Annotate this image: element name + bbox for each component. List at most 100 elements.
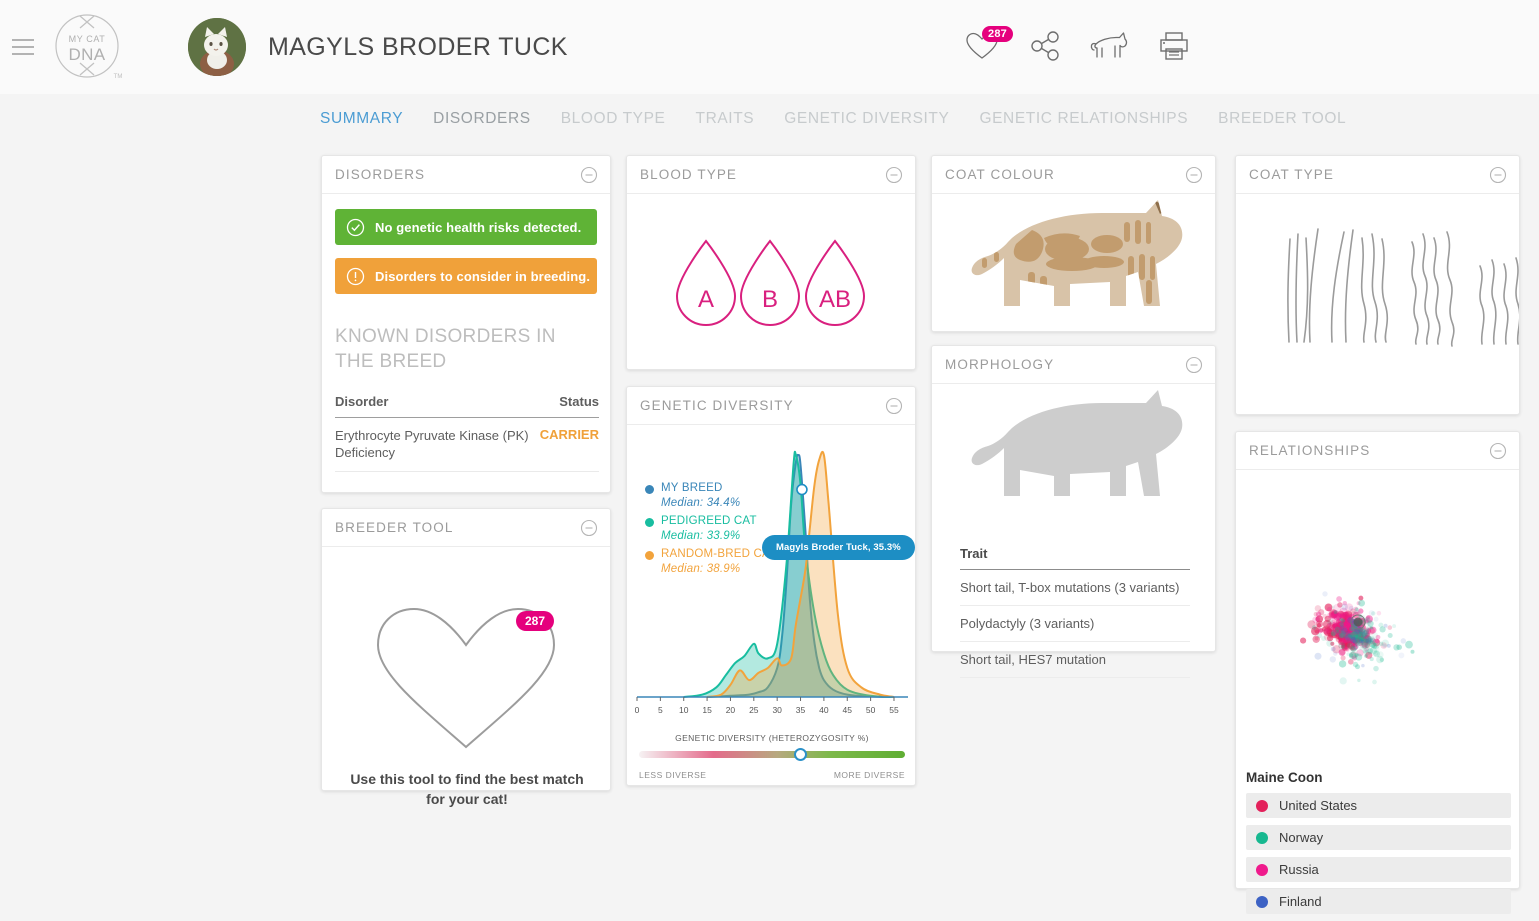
slider-label-less: LESS DIVERSE <box>639 770 707 780</box>
tab-genetic-relationships[interactable]: GENETIC RELATIONSHIPS <box>964 110 1203 128</box>
card-title: COAT COLOUR <box>945 167 1055 182</box>
legend-dot-my-breed <box>645 485 654 494</box>
tab-blood-type[interactable]: BLOOD TYPE <box>546 110 681 128</box>
relationship-scatter-plot[interactable] <box>1236 470 1519 760</box>
collapse-icon[interactable] <box>580 166 598 184</box>
country-label: Russia <box>1279 862 1319 877</box>
card-header: BREEDER TOOL <box>322 509 610 547</box>
main-tabs: SUMMARY DISORDERS BLOOD TYPE TRAITS GENE… <box>320 110 1361 128</box>
blood-type-ab: AB <box>819 286 851 313</box>
svg-text:20: 20 <box>726 705 736 715</box>
svg-text:15: 15 <box>702 705 712 715</box>
breeder-tool-body[interactable]: 287 Use this tool to find the best match… <box>322 547 610 807</box>
card-title: DISORDERS <box>335 167 426 182</box>
country-label: Finland <box>1279 894 1322 909</box>
collapse-icon[interactable] <box>1489 442 1507 460</box>
column-header-status: Status <box>559 394 599 409</box>
legend-label-my-breed: MY BREED <box>661 482 723 494</box>
tab-disorders[interactable]: DISORDERS <box>418 110 546 128</box>
legend-label-random-bred-cat: RANDOM-BRED CAT <box>661 548 777 560</box>
list-item[interactable]: Finland <box>1246 889 1511 914</box>
tab-breeder-tool[interactable]: BREEDER TOOL <box>1203 110 1361 128</box>
collapse-icon[interactable] <box>1185 166 1203 184</box>
collapse-icon[interactable] <box>885 166 903 184</box>
page-title: MAGYLS BRODER TUCK <box>268 32 568 61</box>
diversity-slider-track[interactable] <box>639 751 905 758</box>
svg-text:40: 40 <box>819 705 829 715</box>
card-genetic-diversity: GENETIC DIVERSITY 0 5 10 15 20 25 30 35 40 45 50 55… <box>626 386 916 786</box>
svg-text:MY CAT: MY CAT <box>69 34 106 44</box>
collapse-icon[interactable] <box>580 519 598 537</box>
breeder-match-count: 287 <box>516 611 555 631</box>
list-item[interactable]: United States <box>1246 793 1511 818</box>
country-dot-united-states <box>1256 799 1268 812</box>
legend-median-my-breed: Median: 34.4% <box>661 497 741 509</box>
country-label: United States <box>1279 798 1358 813</box>
card-title: BREEDER TOOL <box>335 520 454 535</box>
svg-text:25: 25 <box>749 705 759 715</box>
country-label: Norway <box>1279 830 1324 845</box>
disorder-name: Erythrocyte Pyruvate Kinase (PK) Deficie… <box>335 428 529 460</box>
svg-text:55: 55 <box>889 705 899 715</box>
svg-text:50: 50 <box>866 705 876 715</box>
table-row[interactable]: Short tail, T-box mutations (3 variants) <box>960 570 1190 606</box>
collapse-icon[interactable] <box>885 397 903 415</box>
status-banner-ok: No genetic health risks detected. <box>335 209 597 245</box>
svg-text:35: 35 <box>796 705 806 715</box>
legend-label-pedigreed-cat: PEDIGREED CAT <box>661 515 757 527</box>
tab-genetic-diversity[interactable]: GENETIC DIVERSITY <box>769 110 964 128</box>
diversity-slider[interactable]: LESS DIVERSE MORE DIVERSE <box>639 748 905 780</box>
card-coat-colour: COAT COLOUR <box>931 155 1216 332</box>
morphology-body: Trait Short tail, T-box mutations (3 var… <box>932 384 1215 678</box>
card-breeder-tool: BREEDER TOOL 287 Use this tool to find t… <box>321 508 611 807</box>
column-header-trait: Trait <box>960 546 1190 570</box>
card-header: BLOOD TYPE <box>627 156 915 194</box>
list-item[interactable]: Norway <box>1246 825 1511 850</box>
app-header: MY CAT DNA TM MAGYLS BRODER TUCK 287 <box>0 0 1539 94</box>
chart-marker-tooltip: Magyls Broder Tuck, 35.3% <box>762 535 915 560</box>
svg-text:TM: TM <box>114 74 123 80</box>
table-header-row: Disorder Status <box>335 394 599 418</box>
legend-dot-pedigreed-cat <box>645 518 654 527</box>
tab-traits[interactable]: TRAITS <box>681 110 770 128</box>
relationships-breed-label: Maine Coon <box>1246 770 1323 785</box>
table-row[interactable]: Short tail, HES7 mutation <box>960 642 1190 678</box>
status-banner-warning: Disorders to consider in breeding. <box>335 258 597 294</box>
mycatdna-logo[interactable]: MY CAT DNA TM <box>48 8 126 86</box>
heart-icon[interactable]: 287 <box>960 24 1013 68</box>
print-icon[interactable] <box>1152 24 1196 68</box>
card-coat-type: COAT TYPE <box>1235 155 1521 415</box>
card-title: GENETIC DIVERSITY <box>640 398 794 413</box>
table-row[interactable]: Polydactyly (3 variants) <box>960 606 1190 642</box>
tab-summary[interactable]: SUMMARY <box>320 110 418 128</box>
collapse-icon[interactable] <box>1489 166 1507 184</box>
table-row[interactable]: Erythrocyte Pyruvate Kinase (PK) Deficie… <box>335 418 599 472</box>
card-header: MORPHOLOGY <box>932 346 1215 384</box>
legend-item-my-breed: MY BREED Median: 34.4% <box>645 481 776 511</box>
country-dot-russia <box>1256 863 1268 876</box>
collapse-icon[interactable] <box>1185 356 1203 374</box>
hamburger-menu-icon[interactable] <box>12 39 34 55</box>
svg-text:10: 10 <box>679 705 689 715</box>
card-relationships: RELATIONSHIPS Maine Coon United States N… <box>1235 431 1520 914</box>
svg-text:5: 5 <box>658 705 663 715</box>
chart-legend: MY BREED Median: 34.4% PEDIGREED CAT Med… <box>645 481 776 580</box>
card-blood-type: BLOOD TYPE A B AB <box>626 155 916 370</box>
diversity-slider-knob[interactable] <box>794 748 807 761</box>
heart-outline-icon <box>376 607 556 749</box>
list-item[interactable]: Russia <box>1246 857 1511 882</box>
status-banner-warning-label: Disorders to consider in breeding. <box>375 268 591 284</box>
card-header: RELATIONSHIPS <box>1236 432 1519 470</box>
legend-median-random-bred-cat: Median: 38.9% <box>661 563 741 575</box>
blood-type-a: A <box>698 286 714 313</box>
cat-icon[interactable] <box>1088 24 1132 68</box>
avatar[interactable] <box>188 18 246 76</box>
country-dot-finland <box>1256 895 1268 908</box>
disorders-table: Disorder Status Erythrocyte Pyruvate Kin… <box>335 394 599 472</box>
card-header: COAT COLOUR <box>932 156 1215 194</box>
card-morphology: MORPHOLOGY Trait Short tail, T-box mutat… <box>931 345 1216 678</box>
share-icon[interactable] <box>1024 24 1068 68</box>
card-title: RELATIONSHIPS <box>1249 443 1371 458</box>
card-title: COAT TYPE <box>1249 167 1334 182</box>
country-dot-norway <box>1256 831 1268 844</box>
